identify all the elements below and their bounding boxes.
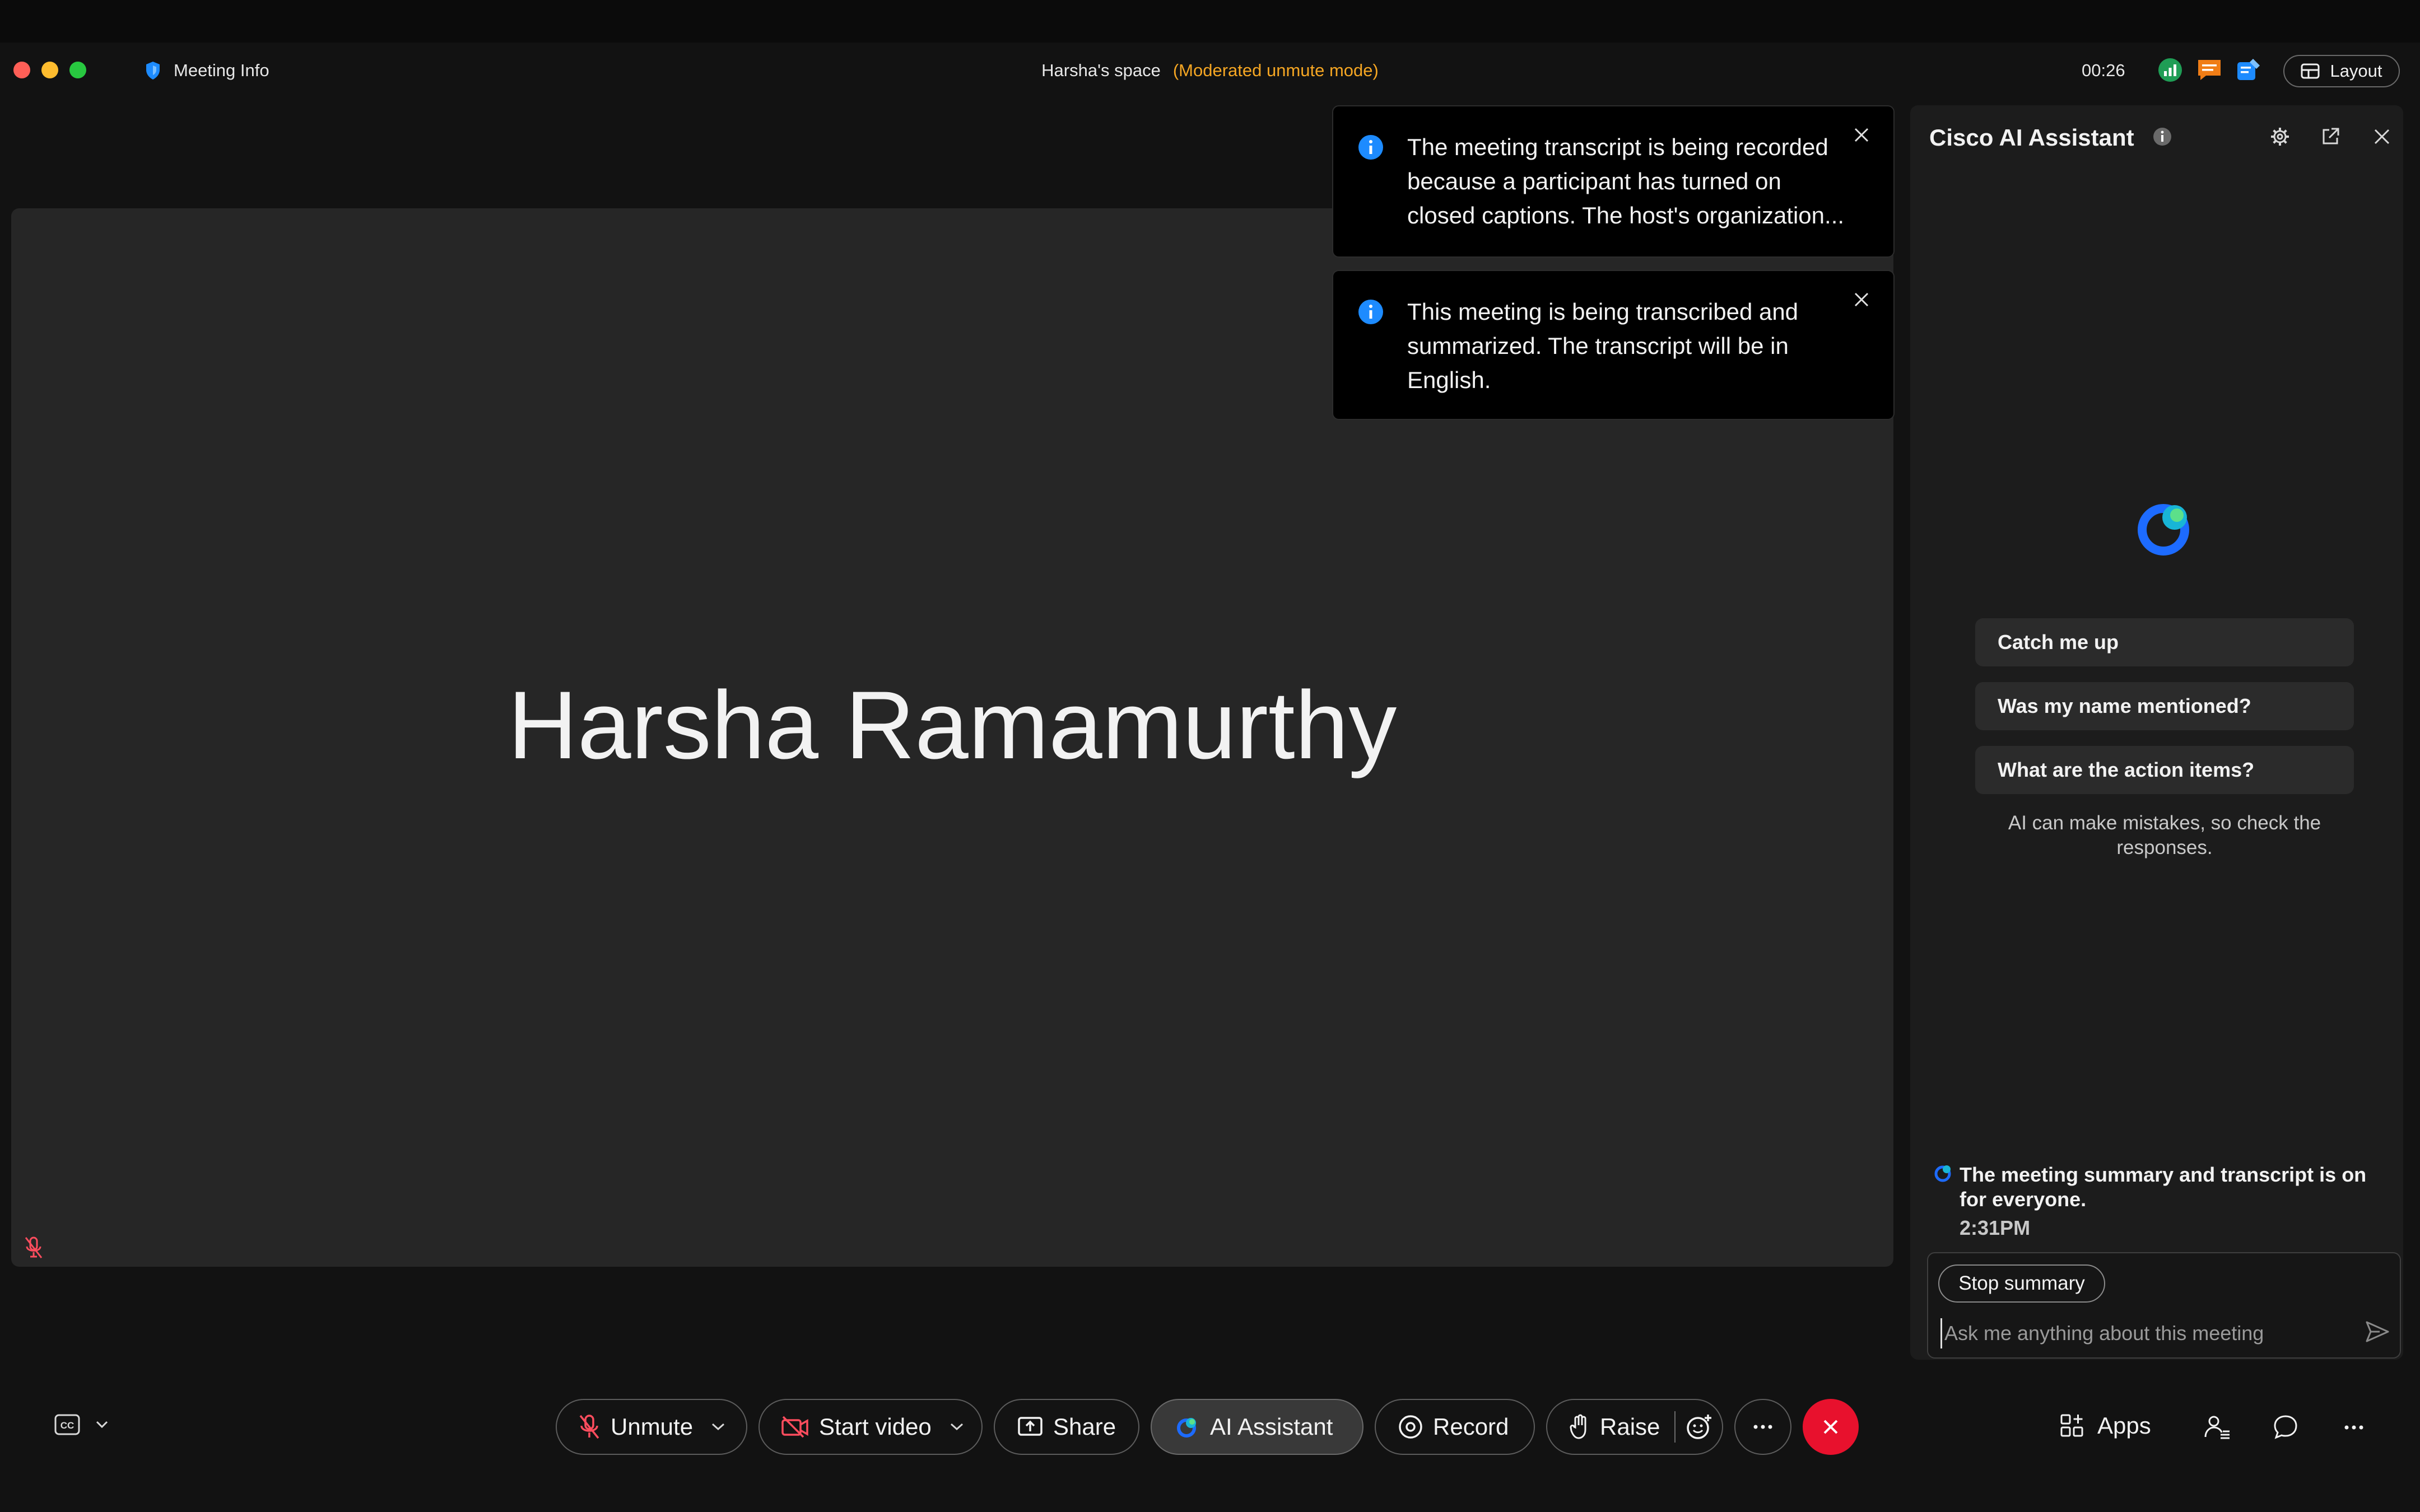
panel-title: Cisco AI Assistant: [1929, 124, 2134, 151]
toast-message: The meeting transcript is being recorded…: [1407, 134, 1845, 228]
summary-notice: The meeting summary and transcript is on…: [1960, 1163, 2367, 1211]
menu-strip: [0, 0, 2420, 43]
unmute-button[interactable]: Unmute: [556, 1399, 747, 1455]
hand-icon: [1570, 1414, 1590, 1440]
layout-icon: [2301, 63, 2320, 79]
popout-icon[interactable]: [2320, 127, 2340, 147]
chat-bubble-icon[interactable]: [2196, 58, 2223, 82]
cc-icon: CC: [54, 1413, 81, 1436]
record-label: Record: [1433, 1413, 1509, 1440]
ask-input[interactable]: [1940, 1318, 2359, 1348]
notice-timestamp: 2:31PM: [1960, 1216, 2031, 1239]
status-icons: [2158, 58, 2261, 82]
send-icon[interactable]: [2365, 1320, 2390, 1343]
record-button[interactable]: Record: [1375, 1399, 1535, 1455]
ai-assistant-logo: [1175, 1415, 1200, 1439]
stop-summary-button[interactable]: Stop summary: [1938, 1264, 2105, 1303]
share-screen-icon: [1017, 1416, 1043, 1438]
closed-captions-button[interactable]: CC: [54, 1413, 109, 1436]
start-video-button[interactable]: Start video: [758, 1399, 983, 1455]
meeting-timer: 00:26: [2082, 60, 2125, 80]
share-button[interactable]: Share: [994, 1399, 1139, 1455]
end-call-button[interactable]: [1803, 1399, 1859, 1455]
apps-button[interactable]: Apps: [2059, 1412, 2151, 1439]
apps-label: Apps: [2097, 1412, 2151, 1439]
chat-icon[interactable]: [2272, 1413, 2299, 1440]
chevron-down-icon[interactable]: [711, 1422, 725, 1431]
summary-toast: This meeting is being transcribed and su…: [1332, 270, 1895, 420]
more-icon[interactable]: [2344, 1425, 2364, 1430]
raise-hand-button[interactable]: Raise: [1546, 1399, 1723, 1455]
layout-label: Layout: [2330, 61, 2382, 81]
participants-icon[interactable]: [2204, 1413, 2232, 1441]
divider: [1674, 1411, 1676, 1443]
meeting-title: Harsha's space (Moderated unmute mode): [0, 59, 2420, 82]
gear-icon[interactable]: [2270, 127, 2290, 147]
close-icon[interactable]: [1853, 291, 1870, 308]
start-video-label: Start video: [819, 1413, 932, 1440]
chevron-down-icon[interactable]: [95, 1420, 109, 1429]
ai-disclaimer: AI can make mistakes, so check the respo…: [2008, 812, 2321, 858]
ai-assistant-button[interactable]: AI Assistant: [1151, 1399, 1363, 1455]
unmute-mode-label: (Moderated unmute mode): [1172, 60, 1379, 80]
participant-name: Harsha Ramamurthy: [508, 671, 1397, 779]
svg-text:CC: CC: [61, 1420, 75, 1431]
more-options-button[interactable]: [1734, 1399, 1791, 1455]
info-icon: [1358, 299, 1384, 325]
transcript-toast: The meeting transcript is being recorded…: [1332, 105, 1895, 258]
layout-button[interactable]: Layout: [2283, 55, 2400, 87]
chevron-down-icon[interactable]: [950, 1422, 964, 1431]
edit-icon[interactable]: [2236, 58, 2261, 82]
info-icon[interactable]: [2152, 127, 2172, 147]
raise-label: Raise: [1600, 1413, 1660, 1440]
ai-assistant-label: AI Assistant: [1210, 1413, 1333, 1440]
space-name: Harsha's space: [1041, 60, 1161, 80]
participant-name-wrap: Harsha Ramamurthy: [11, 670, 1893, 781]
close-icon[interactable]: [1853, 127, 1870, 143]
share-label: Share: [1053, 1413, 1116, 1440]
mic-off-icon: [24, 1235, 44, 1260]
mic-off-icon: [578, 1413, 601, 1440]
video-off-icon: [781, 1416, 809, 1438]
suggestion-chip[interactable]: What are the action items?: [1975, 746, 2354, 794]
signal-icon[interactable]: [2158, 58, 2182, 82]
info-icon: [1358, 134, 1384, 160]
toast-message: This meeting is being transcribed and su…: [1407, 298, 1799, 393]
suggestion-chip[interactable]: Catch me up: [1975, 618, 2354, 666]
record-icon: [1398, 1415, 1423, 1439]
ai-assistant-logo: [1934, 1163, 1954, 1183]
apps-icon: [2059, 1413, 2085, 1439]
end-call-icon: [1821, 1417, 1840, 1436]
reaction-icon[interactable]: [1686, 1413, 1712, 1440]
suggestion-chip[interactable]: Was my name mentioned?: [1975, 682, 2354, 730]
unmute-label: Unmute: [611, 1413, 694, 1440]
ai-assistant-logo: [2134, 496, 2197, 559]
close-icon[interactable]: [2373, 128, 2391, 146]
more-icon: [1753, 1424, 1773, 1430]
